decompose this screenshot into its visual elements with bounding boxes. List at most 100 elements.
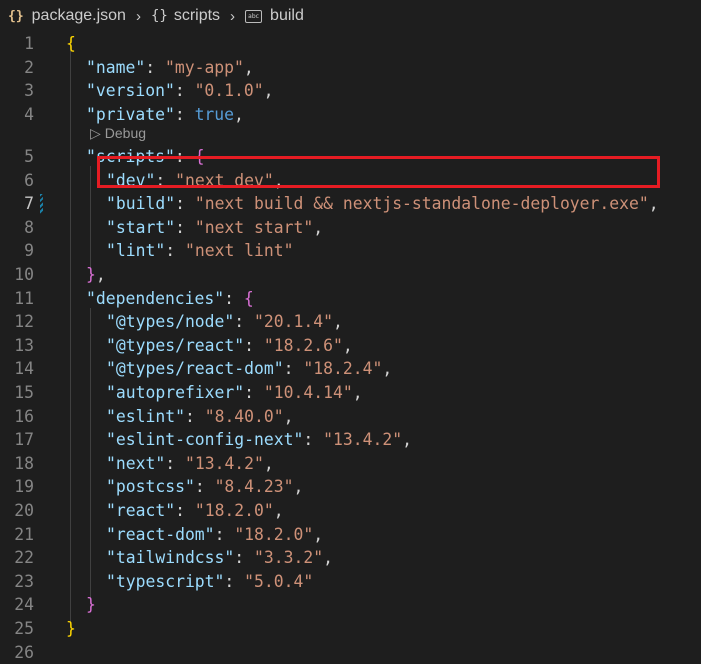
code-line[interactable]: 19 "postcss": "8.4.23", bbox=[0, 475, 701, 499]
code-editor[interactable]: ▷ Debug 1{2 "name": "my-app", 3 "version": … bbox=[0, 32, 701, 662]
code-text[interactable]: "build": "next build && nextjs-standalon… bbox=[66, 192, 659, 216]
code-line[interactable]: 14 "@types/react-dom": "18.2.4", bbox=[0, 357, 701, 381]
code-token: "version" bbox=[86, 81, 175, 101]
code-token: "autoprefixer" bbox=[106, 383, 245, 402]
code-token: , bbox=[263, 453, 274, 473]
code-token: true bbox=[194, 104, 235, 124]
code-text[interactable]: "lint": "next lint" bbox=[66, 239, 294, 263]
breadcrumb-file[interactable]: package.json bbox=[32, 7, 126, 25]
code-token: : bbox=[175, 217, 195, 237]
code-line[interactable]: 1{ bbox=[0, 32, 701, 56]
code-line[interactable]: 10}, bbox=[0, 263, 701, 287]
code-line[interactable]: 21 "react-dom": "18.2.0", bbox=[0, 523, 701, 547]
code-token: : bbox=[194, 477, 215, 497]
code-line[interactable]: 7 "build": "next build && nextjs-standalo… bbox=[0, 192, 701, 216]
line-number: 1 bbox=[24, 34, 34, 53]
code-token: : bbox=[214, 524, 235, 544]
code-token: { bbox=[243, 288, 254, 308]
code-text[interactable]: "name": "my-app", bbox=[66, 56, 254, 80]
code-token: "13.4.2" bbox=[184, 453, 264, 473]
code-text[interactable]: "@types/react-dom": "18.2.4", bbox=[66, 357, 392, 381]
code-text[interactable]: "private": true, bbox=[66, 103, 244, 127]
code-token: , bbox=[313, 217, 324, 237]
code-line[interactable]: 13 "@types/react": "18.2.6", bbox=[0, 334, 701, 358]
code-token: "react-dom" bbox=[106, 524, 215, 544]
code-token: : bbox=[224, 288, 244, 308]
code-token: "eslint-config-next" bbox=[106, 430, 304, 450]
code-token: : bbox=[165, 453, 185, 473]
code-text[interactable]: "version": "0.1.0", bbox=[66, 79, 274, 103]
code-token: "lint" bbox=[106, 241, 166, 261]
code-token: : bbox=[145, 57, 165, 77]
code-line[interactable]: 15 "autoprefixer": "10.4.14", bbox=[0, 381, 701, 405]
code-token: "typescript" bbox=[106, 571, 225, 591]
code-line[interactable]: 12 "@types/node": "20.1.4", bbox=[0, 310, 701, 334]
code-line[interactable]: 3 "version": "0.1.0", bbox=[0, 79, 701, 103]
code-text[interactable]: "@types/react": "18.2.6", bbox=[66, 334, 353, 358]
code-line[interactable]: 18 "next": "13.4.2", bbox=[0, 452, 701, 476]
code-text[interactable]: "next": "13.4.2", bbox=[66, 452, 274, 476]
code-token: , bbox=[243, 57, 254, 77]
code-line[interactable]: 4 "private": true, bbox=[0, 103, 701, 127]
code-line[interactable]: 16 "eslint": "8.40.0", bbox=[0, 405, 701, 429]
code-line[interactable]: 11 "dependencies": { bbox=[0, 287, 701, 311]
line-number: 11 bbox=[14, 288, 34, 308]
code-token: : bbox=[184, 406, 205, 426]
code-line[interactable]: 9 "lint": "next lint" bbox=[0, 239, 701, 263]
code-token: "dependencies" bbox=[86, 288, 225, 308]
code-text[interactable]: "eslint": "8.40.0", bbox=[66, 405, 294, 429]
code-token: , bbox=[313, 524, 324, 544]
code-text[interactable]: "react": "18.2.0", bbox=[66, 499, 284, 523]
code-text[interactable]: "start": "next start", bbox=[66, 216, 323, 240]
code-token: : bbox=[244, 335, 264, 355]
code-token: "name" bbox=[86, 57, 146, 77]
code-text[interactable]: { bbox=[66, 32, 76, 56]
code-token: , bbox=[382, 359, 393, 379]
code-text[interactable]: "react-dom": "18.2.0", bbox=[66, 523, 323, 547]
code-token: : bbox=[224, 571, 245, 591]
line-number: 26 bbox=[14, 642, 34, 662]
line-number: 8 bbox=[24, 217, 34, 237]
object-icon: {} bbox=[150, 8, 168, 24]
code-token: , bbox=[342, 335, 353, 355]
line-number: 19 bbox=[14, 477, 34, 497]
line-number: 16 bbox=[14, 406, 34, 426]
code-text[interactable]: "dependencies": { bbox=[66, 287, 254, 311]
code-token: : bbox=[165, 241, 185, 261]
code-line[interactable]: 23 "typescript": "5.0.4" bbox=[0, 570, 701, 594]
code-text[interactable]: "eslint-config-next": "13.4.2", bbox=[66, 428, 412, 452]
code-line[interactable]: 17 "eslint-config-next": "13.4.2", bbox=[0, 428, 701, 452]
code-text[interactable]: } bbox=[66, 617, 76, 641]
code-token: : bbox=[175, 194, 195, 214]
breadcrumb: {} package.json › {} scripts › abc build bbox=[0, 0, 701, 32]
breadcrumb-section[interactable]: scripts bbox=[174, 7, 220, 25]
code-line[interactable]: 8 "start": "next start", bbox=[0, 216, 701, 240]
line-number: 6 bbox=[24, 170, 34, 190]
code-text[interactable]: "postcss": "8.4.23", bbox=[66, 475, 303, 499]
code-token: : bbox=[303, 430, 324, 450]
code-line[interactable]: 24} bbox=[0, 593, 701, 617]
code-text[interactable]: } bbox=[66, 593, 96, 617]
line-number: 20 bbox=[14, 501, 34, 520]
code-text[interactable]: "@types/node": "20.1.4", bbox=[66, 310, 343, 334]
code-line[interactable]: 25} bbox=[0, 617, 701, 641]
code-token: "next start" bbox=[194, 217, 314, 237]
code-token: "my-app" bbox=[164, 57, 244, 77]
code-text[interactable]: "typescript": "5.0.4" bbox=[66, 570, 313, 594]
line-number: 4 bbox=[24, 104, 34, 124]
code-token: : bbox=[244, 383, 264, 402]
highlight-box bbox=[97, 156, 660, 188]
code-token: : bbox=[174, 104, 195, 124]
code-line[interactable]: 2 "name": "my-app", bbox=[0, 56, 701, 80]
code-line[interactable]: 20 "react": "18.2.0", bbox=[0, 499, 701, 523]
line-number: 9 bbox=[24, 241, 34, 261]
code-text[interactable]: "autoprefixer": "10.4.14", bbox=[66, 381, 363, 405]
breadcrumb-leaf[interactable]: build bbox=[270, 7, 304, 25]
code-token: , bbox=[95, 265, 106, 284]
code-text[interactable]: }, bbox=[66, 263, 106, 287]
code-line[interactable]: 26 bbox=[0, 641, 701, 664]
code-text[interactable]: "tailwindcss": "3.3.2", bbox=[66, 546, 333, 570]
code-token: } bbox=[86, 595, 96, 615]
line-number: 3 bbox=[24, 81, 34, 101]
code-line[interactable]: 22 "tailwindcss": "3.3.2", bbox=[0, 546, 701, 570]
